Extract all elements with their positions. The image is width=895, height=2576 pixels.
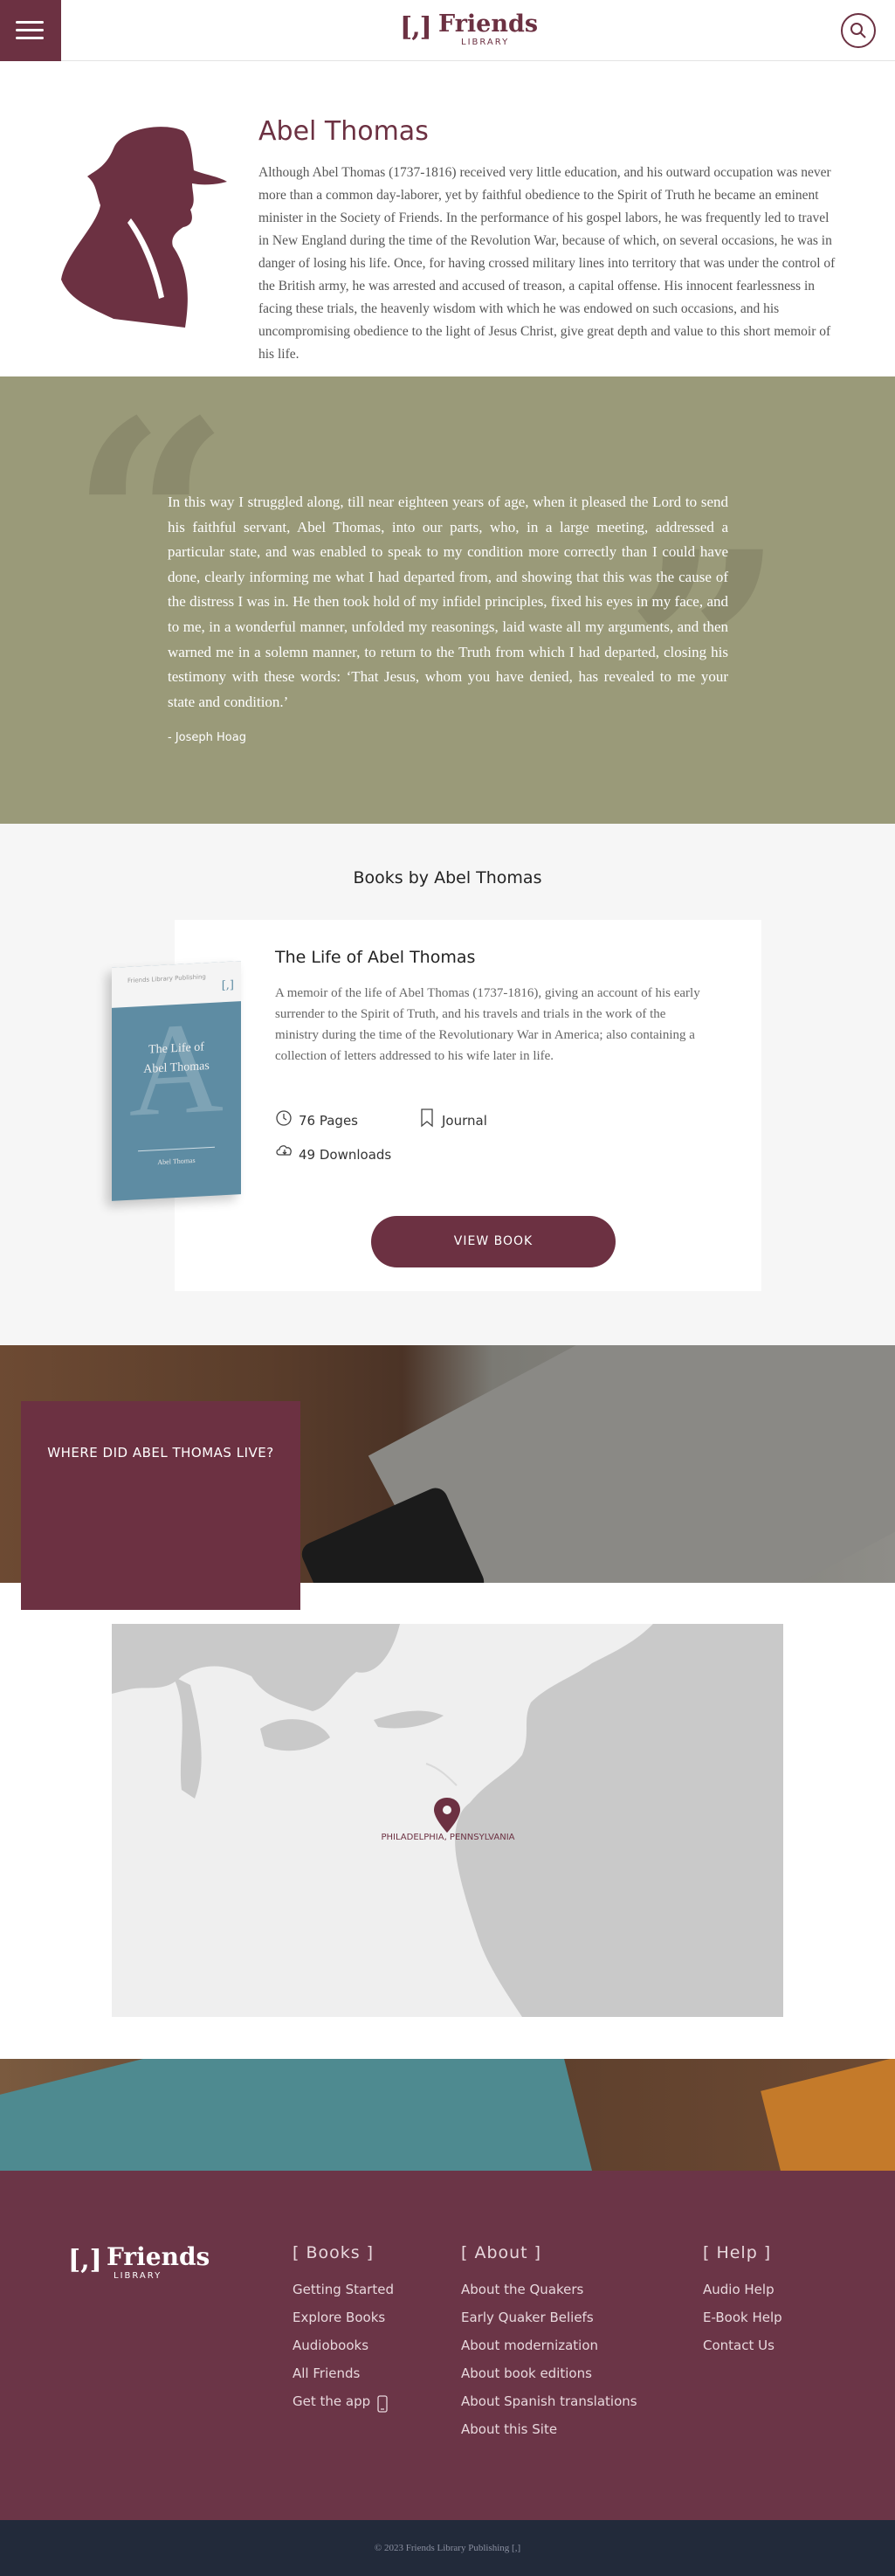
copyright-bar: © 2023 Friends Library Publishing [,] [0,2520,895,2576]
footer-heading-help: [ Help ] [703,2243,772,2262]
book-downloads: 49 Downloads [299,1147,392,1163]
site-logo[interactable]: [,] Friends LIBRARY [400,10,538,49]
book-type: Journal [442,1113,487,1129]
footer-link-about-modernization[interactable]: About modernization [461,2338,598,2353]
author-name: Abel Thomas [258,116,429,147]
footer-link-get-the-app[interactable]: Get the app [293,2393,370,2409]
menu-icon-bar [16,29,44,31]
footer-link-contact-us[interactable]: Contact Us [703,2338,775,2353]
view-book-button[interactable]: VIEW BOOK [371,1216,616,1267]
footer-link-explore-books[interactable]: Explore Books [293,2310,385,2325]
banner-orange-book-image [761,2059,895,2171]
map-pin-label: PHILADELPHIA, PENNSYLVANIA [381,1833,515,1842]
cover-title: The Life of Abel Thomas [112,1036,241,1081]
cover-logo: [,] [221,978,234,993]
logo-subtitle: LIBRARY [461,38,510,47]
clock-icon [276,1110,292,1126]
location-heading-box: WHERE DID ABEL THOMAS LIVE? [21,1401,300,1610]
menu-button[interactable] [0,0,61,61]
footer-link-all-friends[interactable]: All Friends [293,2365,360,2381]
site-header: [,] Friends LIBRARY [0,0,895,61]
footer-heading-books: [ Books ] [293,2243,375,2262]
cover-author: Abel Thomas [157,1156,196,1167]
logo-name: Friends [438,10,539,38]
book-cover[interactable]: Friends Library Publishing [,] A The Lif… [112,961,241,1201]
footer-link-ebook-help[interactable]: E-Book Help [703,2310,782,2325]
footer-link-audiobooks[interactable]: Audiobooks [293,2338,368,2353]
footer-link-about-book-editions[interactable]: About book editions [461,2365,592,2381]
author-silhouette-image [61,127,227,328]
book-description: A memoir of the life of Abel Thomas (173… [275,986,700,1063]
copyright-text: © 2023 Friends Library Publishing [,] [374,2543,521,2553]
quote-author: - Joseph Hoag [168,731,246,744]
map-pin-icon[interactable] [434,1798,460,1833]
footer-link-early-quaker-beliefs[interactable]: Early Quaker Beliefs [461,2310,594,2325]
book-title[interactable]: The Life of Abel Thomas [275,948,475,967]
search-icon [850,23,866,38]
quote-section: “ ” In this way I struggled along, till … [0,376,895,824]
location-heading: WHERE DID ABEL THOMAS LIVE? [47,1445,274,1461]
books-heading: Books by Abel Thomas [353,868,542,887]
bookmark-icon [421,1108,433,1128]
banner-teal-book-image [0,2059,595,2171]
footer-heading-about: [ About ] [461,2243,542,2262]
menu-icon-bar [16,21,44,24]
footer-logo-bracket[interactable]: [,] [68,2245,102,2276]
cloud-download-icon [276,1145,292,1156]
menu-icon-bar [16,37,44,39]
location-map[interactable]: PHILADELPHIA, PENNSYLVANIA [112,1624,783,2017]
footer-link-about-spanish-translations[interactable]: About Spanish translations [461,2393,637,2409]
cover-series: Friends Library Publishing [127,973,206,984]
quote-text: In this way I struggled along, till near… [168,494,728,710]
footer-link-about-this-site[interactable]: About this Site [461,2421,557,2437]
footer-logo-name[interactable]: Friends [107,2242,210,2271]
footer-logo-subtitle: LIBRARY [114,2271,162,2281]
author-bio: Although Abel Thomas (1737-1816) receive… [258,165,836,362]
cover-divider [138,1146,215,1152]
footer-link-getting-started[interactable]: Getting Started [293,2282,394,2297]
search-button[interactable] [841,13,876,48]
phone-icon [377,2395,388,2413]
logo-bracket: [,] [400,12,432,43]
book-pages: 76 Pages [299,1113,358,1129]
footer-link-audio-help[interactable]: Audio Help [703,2282,775,2297]
footer-link-about-quakers[interactable]: About the Quakers [461,2282,583,2297]
decorative-photo-banner-bottom [0,2059,895,2171]
